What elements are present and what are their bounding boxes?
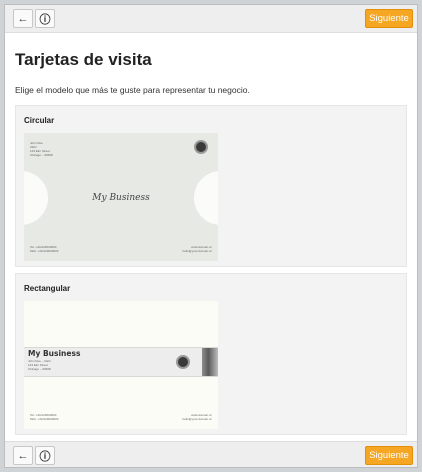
template-label: Rectangular — [24, 284, 71, 293]
card-address-line2: Chicago – 60608 — [30, 153, 53, 157]
back-button[interactable]: ← — [13, 9, 33, 28]
bottom-toolbar: ← ⓘ Siguiente — [5, 441, 417, 467]
card-address-line2: Chicago – 60608 — [28, 367, 51, 371]
card-mobile: Mob: +34/123020003 — [30, 417, 59, 421]
card-band: My Business John Doe – CEO 123 Elm Stree… — [24, 347, 218, 377]
page-description: Elige el modelo que más te guste para re… — [15, 85, 250, 95]
top-toolbar: ← ⓘ Siguiente — [5, 5, 417, 33]
next-button[interactable]: Siguiente — [365, 446, 413, 465]
logo-icon — [194, 140, 208, 154]
info-icon: ⓘ — [39, 12, 51, 26]
card-mobile: Mob: +34/123020003 — [30, 249, 59, 253]
card-email: hello@your.domain.cc — [182, 249, 212, 253]
next-button[interactable]: Siguiente — [365, 9, 413, 28]
card-business-name: My Business — [28, 349, 81, 358]
card-business-name: My Business — [92, 193, 150, 203]
info-icon: ⓘ — [39, 449, 51, 463]
card-email: hello@your.domain.cc — [182, 417, 212, 421]
logo-icon — [176, 355, 190, 369]
template-option-rectangular[interactable]: Rectangular My Business John Doe – CEO 1… — [15, 273, 407, 435]
band-stripe — [202, 348, 218, 376]
template-option-circular[interactable]: Circular John Doe CEO 123 Elm Street Chi… — [15, 105, 407, 267]
info-button[interactable]: ⓘ — [35, 9, 55, 28]
arrow-left-icon: ← — [17, 12, 29, 25]
back-button[interactable]: ← — [13, 446, 33, 465]
card-preview-circular[interactable]: John Doe CEO 123 Elm Street Chicago – 60… — [24, 133, 218, 261]
template-label: Circular — [24, 116, 55, 125]
wizard-window: ← ⓘ Siguiente Tarjetas de visita Elige e… — [4, 4, 418, 468]
info-button[interactable]: ⓘ — [35, 446, 55, 465]
arrow-left-icon: ← — [17, 449, 29, 462]
card-preview-rectangular[interactable]: My Business John Doe – CEO 123 Elm Stree… — [24, 301, 218, 429]
page-title: Tarjetas de visita — [15, 50, 152, 69]
